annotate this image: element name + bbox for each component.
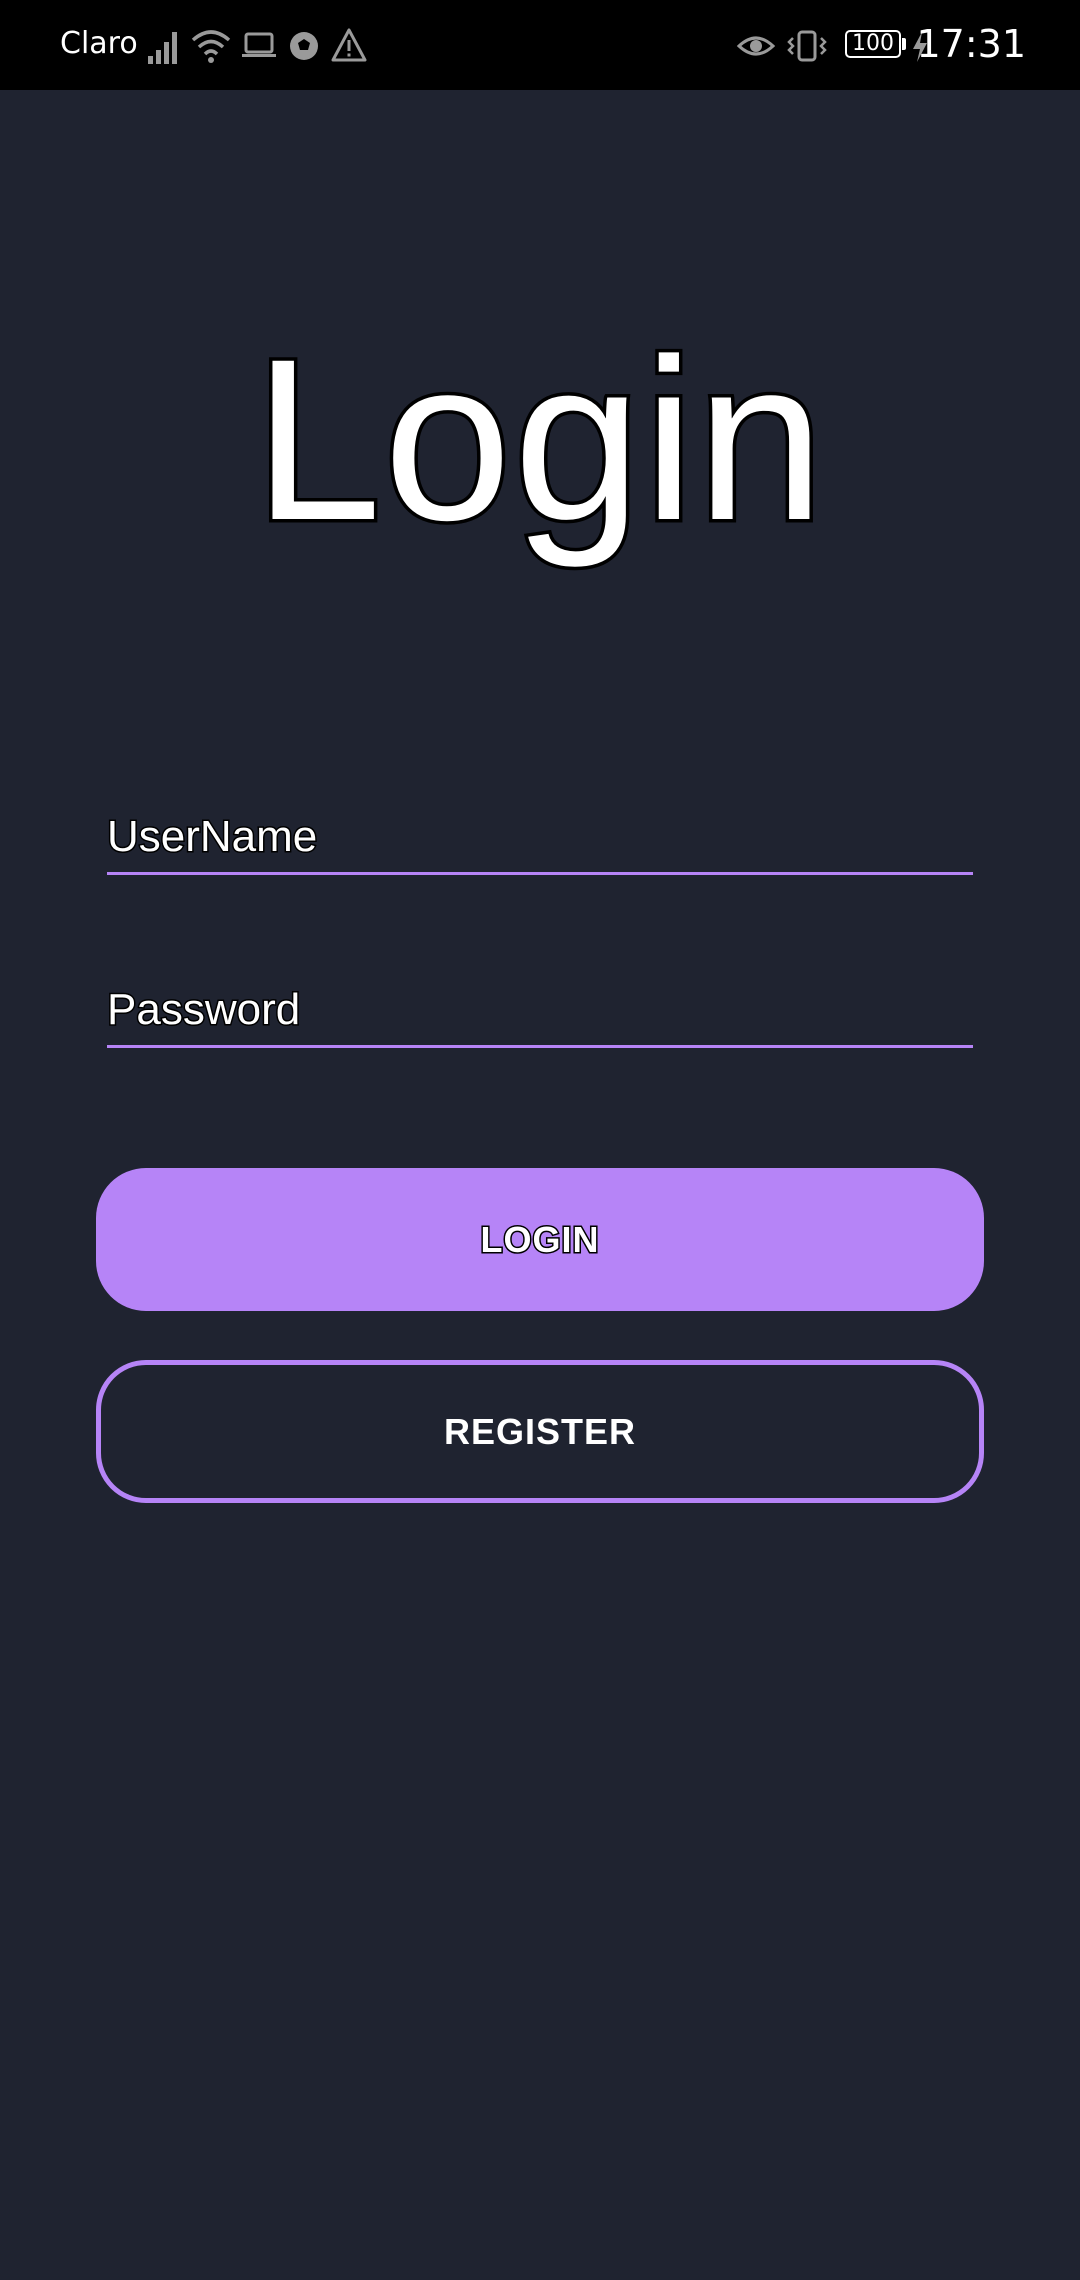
password-field[interactable]: Password [105,968,973,1048]
login-screen: Claro 100 17:31 Login UserName Password … [0,0,1080,2280]
battery-tip [902,38,906,50]
login-button-label: LOGIN [479,1217,600,1261]
soccer-ball-icon [290,32,318,60]
page-title: Login [250,308,828,572]
laptop-icon [242,32,276,57]
wifi-icon [191,30,231,63]
eye-icon [736,36,776,56]
username-input[interactable] [107,802,973,866]
carrier-name: Claro [60,26,138,61]
status-bar: Claro 100 17:31 [0,0,1080,90]
battery-icon: 100 [845,30,901,58]
signal-icon [148,32,177,64]
login-button[interactable]: LOGIN [96,1168,984,1311]
clock: 17:31 [916,22,1026,66]
register-button[interactable]: REGISTER [96,1360,984,1503]
warning-icon [331,28,367,62]
vibrate-icon [787,30,827,62]
password-input[interactable] [107,975,973,1039]
register-button-label: REGISTER [443,1410,637,1452]
username-field[interactable]: UserName [105,795,973,875]
